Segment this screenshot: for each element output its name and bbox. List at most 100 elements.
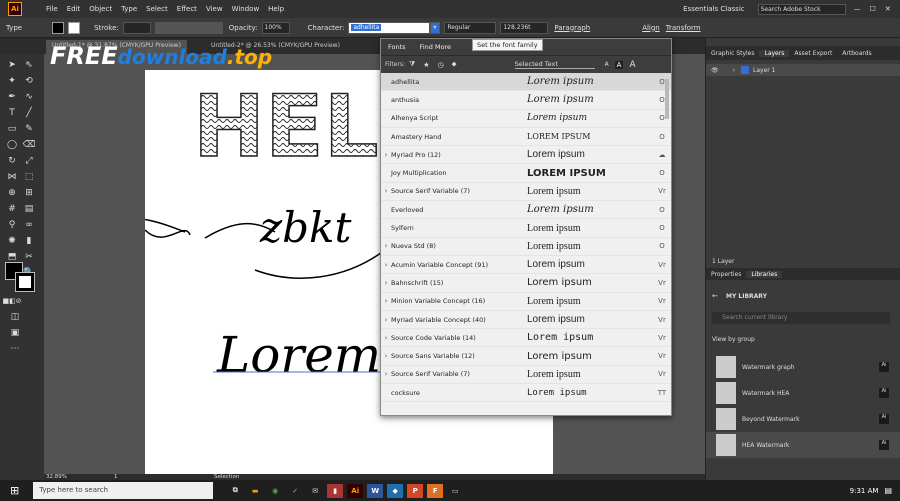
curvature-tool-icon[interactable]: ∿: [22, 90, 36, 104]
menu-window[interactable]: Window: [232, 5, 260, 13]
stroke-color-icon[interactable]: [15, 272, 35, 292]
draw-mode-icon[interactable]: ◫: [8, 310, 22, 324]
font-row[interactable]: › Myriad Pro (12) Lorem ipsum ☁: [381, 146, 671, 165]
view-by-group-select[interactable]: View by group: [712, 336, 755, 343]
gradient-tool-icon[interactable]: ▤: [22, 202, 36, 216]
font-row[interactable]: › Myriad Variable Concept (40) Lorem ipsum…: [381, 311, 671, 330]
font-style-select[interactable]: Regular: [444, 21, 497, 34]
menu-type[interactable]: Type: [121, 5, 137, 13]
font-row[interactable]: Joy Multiplication LOREM IPSUM O: [381, 164, 671, 183]
slice-tool-icon[interactable]: ✂: [22, 250, 36, 264]
expand-chevron-icon[interactable]: ›: [381, 297, 391, 305]
library-item-name[interactable]: HEA Watermark: [742, 442, 879, 449]
expand-chevron-icon[interactable]: ›: [381, 352, 391, 360]
eyedropper-tool-icon[interactable]: ⚲: [5, 218, 19, 232]
scale-tool-icon[interactable]: ⤢: [22, 154, 36, 168]
mail-icon[interactable]: ✉: [307, 484, 323, 498]
eraser-tool-icon[interactable]: ⌫: [22, 138, 36, 152]
windows-start-icon[interactable]: ⊞: [10, 484, 19, 497]
font-row[interactable]: › Bahnschrift (15) Lorem ipsum Vr: [381, 274, 671, 293]
menu-object[interactable]: Object: [89, 5, 112, 13]
tab-graphic-styles[interactable]: Graphic Styles: [706, 50, 759, 57]
library-item-name[interactable]: Watermark HEA: [742, 390, 879, 397]
expand-chevron-icon[interactable]: ›: [381, 279, 391, 287]
similar-fonts-icon[interactable]: ⬥: [452, 60, 457, 69]
shaper-tool-icon[interactable]: ◯: [5, 138, 19, 152]
font-row[interactable]: › Minion Variable Concept (16) Lorem ipsum…: [381, 293, 671, 311]
layer-expand-icon[interactable]: ›: [733, 67, 735, 74]
medium-sample-icon[interactable]: A: [614, 60, 624, 69]
minimize-icon[interactable]: —: [854, 5, 861, 13]
pen-tool-icon[interactable]: ✒: [5, 90, 19, 104]
line-tool-icon[interactable]: ╱: [22, 106, 36, 120]
expand-chevron-icon[interactable]: ›: [381, 316, 391, 324]
file-explorer-icon[interactable]: ▬: [247, 484, 263, 498]
font-row[interactable]: adhellita Lorem ipsum O: [381, 73, 671, 92]
font-row[interactable]: Everloved Lorem ipsum O: [381, 201, 671, 220]
font-size-field[interactable]: 128.236t: [500, 21, 549, 34]
character-label[interactable]: Character:: [308, 24, 345, 32]
filter-classification-icon[interactable]: ⧩: [409, 60, 415, 69]
expand-chevron-icon[interactable]: ›: [381, 151, 391, 159]
color-mode-icon[interactable]: ■◧⊘: [2, 294, 21, 308]
font-family-input[interactable]: adhellita: [348, 21, 431, 34]
menu-help[interactable]: Help: [268, 5, 284, 13]
menu-view[interactable]: View: [206, 5, 223, 13]
stroke-weight-field[interactable]: [122, 21, 151, 34]
symbol-sprayer-tool-icon[interactable]: ✺: [5, 234, 19, 248]
close-icon[interactable]: ✕: [885, 5, 891, 13]
align-link[interactable]: Align: [642, 24, 660, 32]
font-row[interactable]: Amastery Hand LOREM IPSUM O: [381, 128, 671, 147]
font-row[interactable]: anthusia Lorem ipsum O: [381, 91, 671, 110]
powerpoint-icon[interactable]: P: [407, 483, 424, 498]
stock-search-input[interactable]: Search Adobe Stock: [757, 3, 846, 15]
transform-link[interactable]: Transform: [666, 24, 701, 32]
font-row[interactable]: › Source Serif Variable (7) Lorem ipsum Vr: [381, 183, 671, 202]
folder-icon[interactable]: ▭: [447, 484, 463, 498]
taskbar-search-input[interactable]: Type here to search: [33, 482, 214, 499]
rectangle-tool-icon[interactable]: ▭: [5, 122, 19, 136]
shape-builder-tool-icon[interactable]: ⊕: [5, 186, 19, 200]
menu-effect[interactable]: Effect: [177, 5, 197, 13]
maximize-icon[interactable]: ☐: [870, 5, 876, 13]
edit-toolbar-icon[interactable]: ⋯: [8, 342, 22, 356]
layer-name[interactable]: Layer 1: [753, 67, 775, 74]
expand-chevron-icon[interactable]: ›: [381, 242, 391, 250]
expand-chevron-icon[interactable]: ›: [381, 370, 391, 378]
small-sample-icon[interactable]: A: [605, 61, 609, 68]
camtasia-icon[interactable]: ✓: [287, 484, 303, 498]
font-row[interactable]: › Source Serif Variable (7) Lorem ipsum Vr: [381, 366, 671, 385]
magic-wand-tool-icon[interactable]: ✦: [5, 74, 19, 88]
selection-tool-icon[interactable]: ➤: [5, 58, 19, 72]
menu-file[interactable]: File: [46, 5, 58, 13]
layer-visibility-icon[interactable]: 👁: [711, 67, 719, 74]
paragraph-link[interactable]: Paragraph: [554, 24, 590, 32]
rotate-tool-icon[interactable]: ↻: [5, 154, 19, 168]
file-app-icon[interactable]: F: [427, 483, 444, 498]
menu-select[interactable]: Select: [146, 5, 168, 13]
tab-asset-export[interactable]: Asset Export: [789, 50, 837, 57]
menu-edit[interactable]: Edit: [67, 5, 81, 13]
mesh-tool-icon[interactable]: #: [5, 202, 19, 216]
lasso-tool-icon[interactable]: ⟲: [22, 74, 36, 88]
blend-tool-icon[interactable]: ∞: [22, 218, 36, 232]
word-icon[interactable]: W: [367, 483, 384, 498]
font-row[interactable]: › Nueva Std (8) Lorem ipsum O: [381, 238, 671, 256]
tab-fonts[interactable]: Fonts: [381, 43, 413, 51]
direct-selection-tool-icon[interactable]: ⇖: [22, 58, 36, 72]
font-row[interactable]: Sylfern Lorem ipsum O: [381, 219, 671, 238]
tab-layers[interactable]: Layers: [759, 49, 790, 57]
sample-text-select[interactable]: Selected Text: [514, 60, 595, 69]
task-view-icon[interactable]: ⧉: [227, 484, 243, 498]
library-item-name[interactable]: Watermark graph: [742, 364, 879, 371]
expand-chevron-icon[interactable]: ›: [381, 261, 391, 269]
expand-chevron-icon[interactable]: ›: [381, 187, 391, 195]
screen-mode-icon[interactable]: ▣: [8, 326, 22, 340]
illustrator-taskbar-icon[interactable]: Ai: [347, 483, 364, 498]
column-graph-tool-icon[interactable]: ▮: [22, 234, 36, 248]
type-tool-icon[interactable]: T: [5, 106, 19, 120]
free-transform-tool-icon[interactable]: ⬚: [22, 170, 36, 184]
red-app-icon[interactable]: ▮: [327, 483, 344, 498]
recent-filter-icon[interactable]: ◷: [438, 61, 444, 69]
tab-libraries[interactable]: Libraries: [746, 270, 783, 278]
